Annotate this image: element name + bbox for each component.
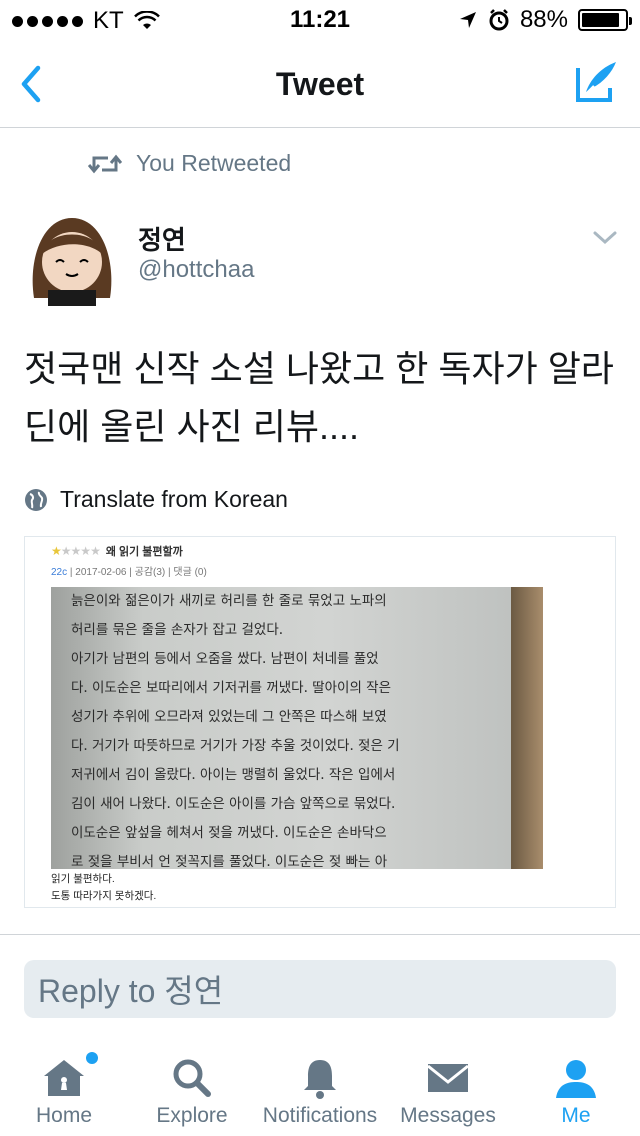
- search-icon: [173, 1059, 211, 1097]
- person-icon: [556, 1060, 596, 1098]
- alarm-icon: [489, 9, 509, 31]
- review-date: 2017-02-06: [75, 567, 127, 578]
- battery-fill: [582, 13, 619, 27]
- tab-label: Messages: [400, 1104, 496, 1127]
- star-icon: ★: [80, 544, 91, 558]
- book-text-line: 이도순은 앞섶을 헤쳐서 젖을 꺼냈다. 이도순은 손바닥으: [71, 825, 387, 841]
- book-text-line: 로 젖을 부비서 언 젖꼭지를 풀었다. 이도순은 젖 빠는 아: [71, 854, 388, 869]
- translate-label: Translate from Korean: [60, 486, 288, 512]
- book-text-line: 김이 새어 나왔다. 이도순은 아이를 가슴 앞쪽으로 묶었다.: [71, 796, 396, 812]
- star-icon: ★: [60, 544, 72, 558]
- envelope-icon: [427, 1064, 469, 1092]
- tab-label: Explore: [156, 1104, 228, 1127]
- book-text-line: 늙은이와 젊은이가 새끼로 허리를 한 줄로 묶었고 노파의: [71, 593, 387, 609]
- book-text: 늙은이와 젊은이가 새끼로 허리를 한 줄로 묶었고 노파의허리를 묶은 줄을 …: [71, 587, 501, 869]
- caption-line: 읽기 불편하다.: [51, 873, 115, 885]
- author-handle[interactable]: @hottchaa: [138, 256, 254, 284]
- retweet-context: You Retweeted: [88, 150, 291, 177]
- compose-icon[interactable]: [572, 58, 620, 106]
- review-header: ★★★★★ 왜 읽기 불편할까: [51, 543, 183, 559]
- book-text-line: 허리를 묶은 줄을 손자가 잡고 걸었다.: [71, 622, 284, 638]
- book-text-line: 다. 거기가 따뜻하므로 거기가 가장 추울 것이었다. 젖은 기: [71, 738, 400, 754]
- tweet-text: 젓국맨 신작 소설 나왔고 한 독자가 알라딘에 올린 사진 리뷰....: [24, 348, 614, 447]
- book-text-line: 성기가 추위에 오므라져 있었는데 그 안쪽은 따스해 보였: [71, 709, 387, 725]
- retweet-icon: [88, 154, 122, 173]
- caption-line: 도통 따라가지 못하겠다.: [51, 890, 157, 902]
- review-title: 왜 읽기 불편할까: [105, 546, 183, 558]
- reply-placeholder: Reply to 정연: [38, 973, 224, 1009]
- reply-input[interactable]: Reply to 정연: [24, 960, 616, 1018]
- navigation-bar: Tweet: [0, 40, 640, 128]
- status-right: 88%: [458, 6, 632, 34]
- star-icon: ★: [70, 544, 82, 558]
- tab-label: Me: [561, 1104, 591, 1127]
- review-caption: 읽기 불편하다. 도통 따라가지 못하겠다.: [51, 871, 156, 905]
- tweet-photo[interactable]: ★★★★★ 왜 읽기 불편할까 22c | 2017-02-06 | 공감(3)…: [24, 536, 616, 908]
- star-icon: ★: [90, 544, 101, 558]
- notification-dot: [86, 1052, 98, 1064]
- review-likes: 공감(3): [134, 567, 166, 578]
- globe-icon: [25, 488, 47, 511]
- tab-bar: Home Explore Notifications Messages Me: [0, 1040, 640, 1136]
- review-id: 22c: [51, 567, 68, 578]
- bell-icon: [304, 1060, 336, 1099]
- author-name[interactable]: 정연: [138, 220, 186, 257]
- home-icon: [44, 1060, 84, 1096]
- retweet-context-label: You Retweeted: [136, 150, 292, 176]
- tab-explore[interactable]: Explore: [128, 1040, 256, 1136]
- tab-me[interactable]: Me: [512, 1040, 640, 1136]
- star-icon: ★: [51, 544, 62, 558]
- chevron-down-icon[interactable]: [592, 228, 618, 248]
- avatar-image: [24, 210, 120, 306]
- divider: [0, 934, 640, 935]
- avatar[interactable]: [24, 210, 120, 306]
- page-title: Tweet: [275, 66, 365, 102]
- battery-icon: [578, 9, 632, 31]
- review-comments: 댓글 (0): [173, 567, 207, 578]
- review-meta: 22c | 2017-02-06 | 공감(3) | 댓글 (0): [51, 563, 207, 578]
- book-text-line: 아기가 남편의 등에서 오줌을 쌌다. 남편이 처네를 풀었: [71, 651, 379, 667]
- status-bar: KT 11:21 88%: [0, 0, 640, 40]
- book-edge: [511, 587, 543, 869]
- book-text-line: 다. 이도순은 보따리에서 기저귀를 꺼냈다. 딸아이의 작은: [71, 680, 391, 696]
- tab-home[interactable]: Home: [0, 1040, 128, 1136]
- location-arrow-icon: [459, 12, 476, 28]
- tab-notifications[interactable]: Notifications: [256, 1040, 384, 1136]
- translate-button[interactable]: Translate from Korean: [24, 486, 288, 513]
- tab-messages[interactable]: Messages: [384, 1040, 512, 1136]
- book-page-photo: 늙은이와 젊은이가 새끼로 허리를 한 줄로 묶었고 노파의허리를 묶은 줄을 …: [51, 587, 543, 869]
- battery-percent: 88%: [519, 6, 568, 33]
- tab-label: Notifications: [262, 1104, 378, 1127]
- rating-stars: ★★★★★: [51, 544, 101, 558]
- book-text-line: 저귀에서 김이 올랐다. 아이는 맹렬히 울었다. 작은 입에서: [71, 767, 396, 783]
